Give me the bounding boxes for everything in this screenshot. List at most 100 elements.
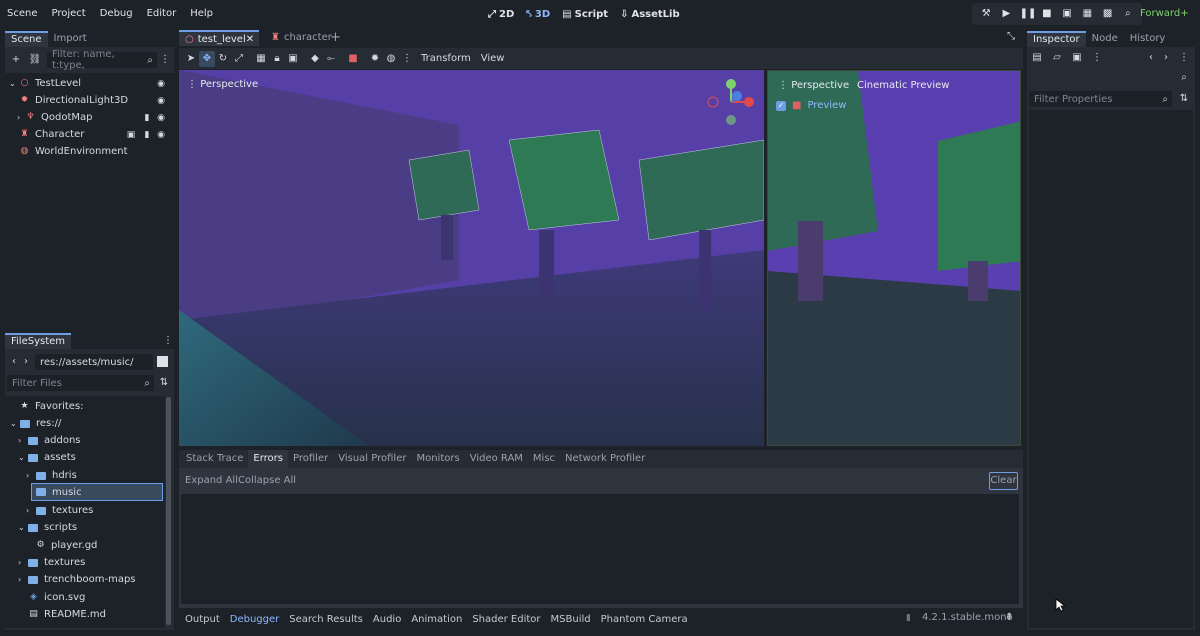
tree-node-directionallight3d[interactable]: ✹ DirectionalLight3D bbox=[19, 92, 174, 109]
scale-tool-icon[interactable]: ⤢ bbox=[231, 51, 247, 67]
tab-errors[interactable]: Errors bbox=[248, 450, 288, 468]
forward-arrow-icon[interactable]: › bbox=[18, 354, 34, 370]
tab-node[interactable]: Node bbox=[1086, 31, 1124, 47]
kebab-menu-icon[interactable]: ⋮ bbox=[399, 51, 415, 67]
remote-debug-icon[interactable]: ⚒ bbox=[979, 7, 993, 21]
close-icon[interactable]: ✕ bbox=[246, 33, 254, 46]
lock-icon[interactable]: 🔒︎ bbox=[269, 51, 285, 67]
file-tree-item[interactable]: ★ Favorites: bbox=[19, 398, 83, 415]
file-tree-item[interactable]: › hdris bbox=[26, 467, 77, 484]
movie-maker-icon[interactable]: ▩ bbox=[1101, 7, 1115, 21]
history-list-icon[interactable]: ⋮ bbox=[1176, 50, 1192, 66]
add-tab-icon[interactable]: + bbox=[330, 30, 341, 46]
scrollbar[interactable] bbox=[166, 397, 171, 625]
tab-character[interactable]: ♜ character bbox=[265, 30, 338, 46]
preview-perspective-menu[interactable]: ⋮ Perspective bbox=[778, 80, 849, 91]
tab-inspector[interactable]: Inspector bbox=[1027, 31, 1086, 47]
tab-debugger[interactable]: Debugger bbox=[230, 614, 280, 625]
selectable-tool-icon[interactable]: ▦ bbox=[253, 51, 269, 67]
save-resource-icon[interactable]: ▣ bbox=[1069, 50, 1085, 66]
script-attached-icon[interactable]: ▮ bbox=[142, 130, 152, 140]
ruler-icon[interactable]: ⟜ bbox=[323, 51, 339, 67]
move-tool-icon[interactable]: ✥ bbox=[199, 50, 215, 67]
clear-button[interactable]: Clear bbox=[989, 472, 1018, 490]
file-tree-item[interactable]: ⌄ assets bbox=[18, 449, 76, 466]
visibility-eye-icon[interactable]: ◉ bbox=[156, 79, 166, 89]
file-tree-item[interactable]: ⌄ scripts bbox=[18, 519, 77, 536]
expand-all-button[interactable]: Expand All bbox=[185, 475, 238, 486]
new-resource-icon[interactable]: ▤ bbox=[1029, 50, 1045, 66]
tab-audio[interactable]: Audio bbox=[373, 614, 401, 625]
view-menu[interactable]: View bbox=[481, 53, 505, 64]
tab-test-level[interactable]: ○ test_level ✕ bbox=[179, 30, 259, 46]
tab-stack-trace[interactable]: Stack Trace bbox=[181, 450, 248, 468]
kebab-menu-icon[interactable]: ⋮ bbox=[160, 333, 176, 349]
docs-search-icon[interactable]: ⌕ bbox=[1176, 70, 1192, 86]
axis-gizmo[interactable] bbox=[707, 78, 755, 126]
tab-animation[interactable]: Animation bbox=[411, 614, 462, 625]
scene-instance-icon[interactable]: ▣ bbox=[126, 130, 136, 140]
tab-misc[interactable]: Misc bbox=[528, 450, 560, 468]
link-icon[interactable]: ⛓ bbox=[27, 52, 43, 68]
kebab-menu-icon[interactable]: ⋮ bbox=[1089, 50, 1105, 66]
transform-menu[interactable]: Transform bbox=[421, 53, 471, 64]
neg-y-axis-handle[interactable] bbox=[726, 115, 736, 125]
checkbox-checked-icon[interactable]: ✓ bbox=[776, 100, 786, 111]
back-arrow-icon[interactable]: ‹ bbox=[1143, 50, 1159, 66]
renderer-selector[interactable]: Forward+ ⌄ bbox=[1140, 0, 1200, 47]
workspace-script-button[interactable]: ▤ Script bbox=[562, 9, 608, 20]
tab-history[interactable]: History bbox=[1124, 31, 1172, 47]
kebab-menu-icon[interactable]: ⋮ bbox=[157, 52, 173, 68]
file-tree-item[interactable]: ◈ icon.svg bbox=[28, 589, 85, 606]
file-tree-item[interactable]: › textures bbox=[18, 554, 85, 571]
tab-search-results[interactable]: Search Results bbox=[289, 614, 363, 625]
sort-icon[interactable]: ⇅ bbox=[156, 375, 172, 391]
menu-project[interactable]: Project bbox=[45, 0, 93, 28]
toggle-split-icon[interactable] bbox=[157, 356, 168, 367]
filesystem-filter-input[interactable]: Filter Files ⌕ bbox=[7, 375, 154, 391]
distraction-free-icon[interactable]: ⤡ bbox=[1007, 31, 1015, 42]
group-icon[interactable]: ▣ bbox=[285, 51, 301, 67]
stop-icon[interactable]: ■ bbox=[1040, 7, 1054, 21]
workspace-3d-button[interactable]: ⤣ 3D bbox=[526, 9, 550, 20]
play-scene-icon[interactable]: ▣ bbox=[1060, 7, 1074, 21]
visibility-eye-icon[interactable]: ◉ bbox=[156, 130, 166, 140]
file-tree-item[interactable]: ▤ README.md bbox=[28, 606, 106, 623]
expand-bottom-panel-icon[interactable]: ⇞ bbox=[1005, 612, 1013, 623]
menu-help[interactable]: Help bbox=[183, 0, 220, 28]
visibility-eye-icon[interactable]: ◉ bbox=[156, 96, 166, 106]
file-tree-item[interactable]: ⚙ player.gd bbox=[35, 537, 97, 554]
filter-properties-input[interactable]: Filter Properties ⌕ bbox=[1029, 91, 1172, 107]
camera-preview-viewport[interactable]: ⋮ Perspective Cinematic Preview ✓ ■ Previe… bbox=[767, 70, 1021, 446]
tab-phantom-camera[interactable]: Phantom Camera bbox=[601, 614, 688, 625]
tab-import[interactable]: Import bbox=[48, 31, 93, 47]
preview-toggle[interactable]: ✓ ■ Preview bbox=[776, 100, 846, 111]
neg-x-axis-handle[interactable] bbox=[707, 96, 719, 108]
forward-arrow-icon[interactable]: › bbox=[1158, 50, 1174, 66]
snap-icon[interactable]: ◆ bbox=[307, 51, 323, 67]
sun-preview-icon[interactable]: ✹ bbox=[367, 51, 383, 67]
workspace-assetlib-button[interactable]: ⇩ AssetLib bbox=[620, 9, 680, 20]
tab-output[interactable]: Output bbox=[185, 614, 220, 625]
y-axis-handle[interactable] bbox=[726, 79, 736, 89]
path-field[interactable]: res://assets/music/ bbox=[35, 354, 153, 370]
menu-editor[interactable]: Editor bbox=[140, 0, 184, 28]
pause-icon[interactable]: ❚❚ bbox=[1020, 7, 1037, 21]
z-axis-handle[interactable] bbox=[732, 91, 742, 101]
add-node-icon[interactable]: + bbox=[8, 52, 24, 68]
tab-shader-editor[interactable]: Shader Editor bbox=[472, 614, 540, 625]
viewport-perspective-menu[interactable]: ⋮ Perspective bbox=[187, 79, 258, 90]
menu-debug[interactable]: Debug bbox=[93, 0, 140, 28]
visibility-eye-icon[interactable]: ◉ bbox=[156, 113, 166, 123]
x-axis-handle[interactable] bbox=[744, 97, 754, 107]
script-attached-icon[interactable]: ▮ bbox=[142, 113, 152, 123]
camera-icon[interactable]: ■ bbox=[345, 51, 361, 67]
tree-node-testlevel[interactable]: ⌄ ○ TestLevel bbox=[9, 75, 174, 92]
tab-monitors[interactable]: Monitors bbox=[411, 450, 464, 468]
tab-video-ram[interactable]: Video RAM bbox=[465, 450, 528, 468]
play-icon[interactable]: ▶ bbox=[999, 7, 1013, 21]
tab-visual-profiler[interactable]: Visual Profiler bbox=[333, 450, 411, 468]
scene-filter-input[interactable]: Filter: name, t:type, ⌕ bbox=[47, 49, 157, 71]
file-tree-item[interactable]: › textures bbox=[26, 502, 93, 519]
tab-filesystem[interactable]: FileSystem bbox=[5, 333, 72, 349]
